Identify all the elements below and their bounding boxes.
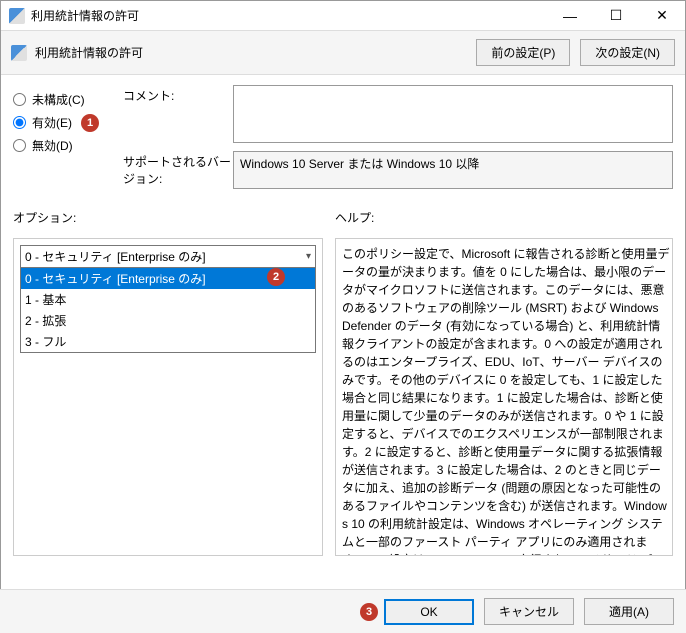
help-text-1: このポリシー設定で、Microsoft に報告される診断と使用量データの量が決ま… <box>342 245 670 556</box>
radio-enabled[interactable]: 有効(E) 1 <box>13 114 123 131</box>
footer: 3 OK キャンセル 適用(A) <box>0 589 686 633</box>
next-setting-button[interactable]: 次の設定(N) <box>580 39 675 66</box>
radio-disabled-label: 無効(D) <box>32 137 73 154</box>
radio-not-configured-label: 未構成(C) <box>32 91 85 108</box>
comment-input[interactable] <box>233 85 673 143</box>
policy-icon <box>11 45 27 61</box>
radio-enabled-label: 有効(E) <box>32 114 72 131</box>
radio-not-configured[interactable]: 未構成(C) <box>13 91 123 108</box>
options-dropdown[interactable]: 0 - セキュリティ [Enterprise のみ] ▾ <box>20 245 316 268</box>
options-listbox[interactable]: 0 - セキュリティ [Enterprise のみ] 2 1 - 基本 2 - … <box>20 268 316 353</box>
radio-not-configured-input[interactable] <box>13 93 26 106</box>
previous-setting-button[interactable]: 前の設定(P) <box>476 39 570 66</box>
policy-title: 利用統計情報の許可 <box>35 44 466 61</box>
options-panel: 0 - セキュリティ [Enterprise のみ] ▾ 0 - セキュリティ … <box>13 238 323 556</box>
help-panel[interactable]: このポリシー設定で、Microsoft に報告される診断と使用量データの量が決ま… <box>335 238 673 556</box>
option-0[interactable]: 0 - セキュリティ [Enterprise のみ] 2 <box>21 268 315 289</box>
help-label: ヘルプ: <box>335 209 673 226</box>
header: 利用統計情報の許可 前の設定(P) 次の設定(N) <box>1 31 685 75</box>
options-label: オプション: <box>13 209 323 226</box>
close-button[interactable]: ✕ <box>639 1 685 31</box>
radio-disabled[interactable]: 無効(D) <box>13 137 123 154</box>
titlebar: 利用統計情報の許可 — ☐ ✕ <box>1 1 685 31</box>
maximize-button[interactable]: ☐ <box>593 1 639 31</box>
chevron-down-icon: ▾ <box>306 251 311 262</box>
option-1[interactable]: 1 - 基本 <box>21 289 315 310</box>
option-3[interactable]: 3 - フル <box>21 331 315 352</box>
option-2[interactable]: 2 - 拡張 <box>21 310 315 331</box>
minimize-button[interactable]: — <box>547 1 593 31</box>
app-icon <box>9 8 25 24</box>
radio-disabled-input[interactable] <box>13 139 26 152</box>
dropdown-selected: 0 - セキュリティ [Enterprise のみ] <box>25 248 206 265</box>
state-radio-group: 未構成(C) 有効(E) 1 無効(D) <box>13 85 123 197</box>
ok-button[interactable]: OK <box>384 599 474 625</box>
window-title: 利用統計情報の許可 <box>31 7 547 24</box>
annotation-badge-1: 1 <box>81 114 99 132</box>
annotation-badge-3: 3 <box>360 603 378 621</box>
annotation-badge-2: 2 <box>267 268 285 286</box>
comment-label: コメント: <box>123 85 233 143</box>
radio-enabled-input[interactable] <box>13 116 26 129</box>
supported-box: Windows 10 Server または Windows 10 以降 <box>233 151 673 189</box>
supported-label: サポートされるバージョン: <box>123 151 233 189</box>
cancel-button[interactable]: キャンセル <box>484 598 574 625</box>
supported-value: Windows 10 Server または Windows 10 以降 <box>240 155 479 172</box>
apply-button[interactable]: 適用(A) <box>584 598 674 625</box>
